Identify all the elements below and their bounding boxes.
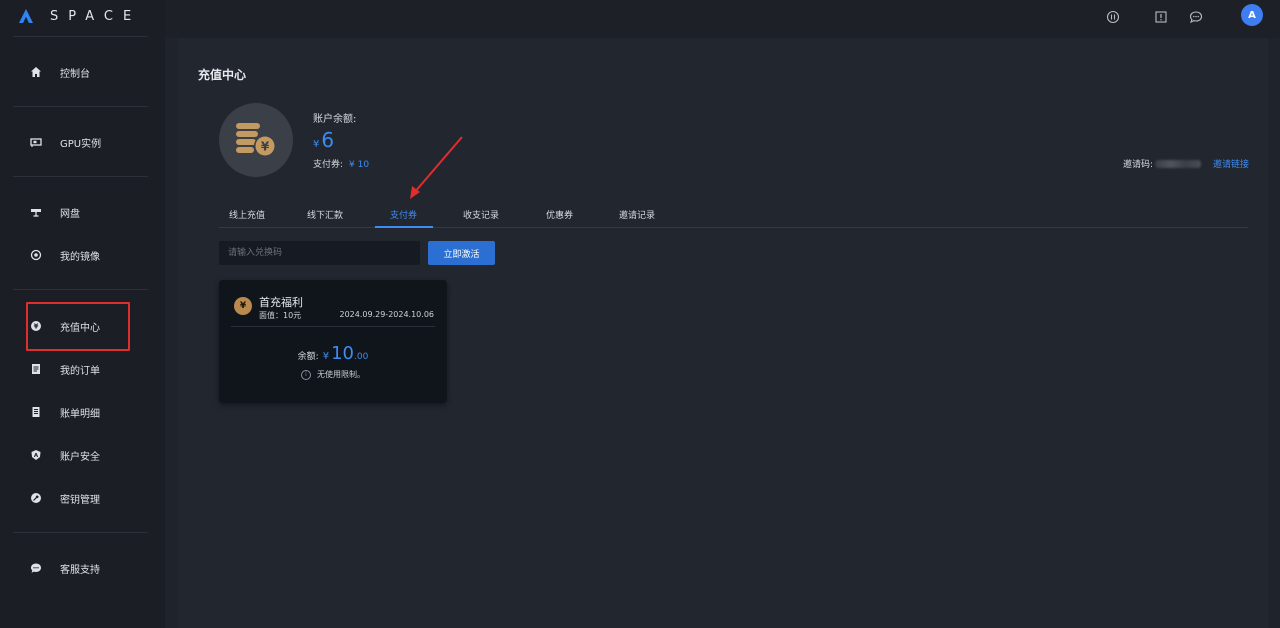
- divider: [13, 532, 148, 533]
- tab-offline-transfer[interactable]: 线下汇款: [307, 208, 343, 221]
- disk-icon: [30, 201, 52, 223]
- page-title: 充值中心: [198, 68, 247, 82]
- tab-invite-records[interactable]: 邀请记录: [619, 208, 655, 221]
- voucher-remaining: 余额: ¥ 10 .00: [219, 343, 447, 364]
- avatar[interactable]: A: [1241, 4, 1263, 26]
- voucher-value: ¥ 10: [349, 160, 370, 170]
- home-icon: [30, 61, 52, 83]
- image-icon: [30, 244, 52, 266]
- logo-icon: [19, 9, 33, 23]
- sidebar-item-label: 密钥管理: [60, 494, 100, 506]
- divider: [13, 176, 148, 177]
- sidebar-item-gpu[interactable]: GPU实例: [30, 131, 101, 153]
- help-icon[interactable]: [1104, 8, 1122, 26]
- coins-illustration: ¥: [219, 103, 293, 177]
- invite-code: 邀请码: 邀请链接: [1123, 157, 1249, 170]
- yen-coin-icon: ¥: [234, 297, 252, 315]
- balance-label: 账户余额:: [313, 114, 357, 125]
- sidebar-item-label: 账户安全: [60, 451, 100, 463]
- redeem-code-input[interactable]: [219, 241, 420, 265]
- activate-button[interactable]: 立即激活: [428, 241, 495, 265]
- balance-value: ¥ 6: [313, 128, 334, 152]
- svg-text:¥: ¥: [261, 140, 270, 154]
- tab-coupons[interactable]: 优惠券: [546, 208, 573, 221]
- tab-bar: 线上充值 线下汇款 支付券 收支记录 优惠券 邀请记录: [219, 200, 1248, 228]
- divider: [13, 106, 148, 107]
- active-tab-indicator: [375, 226, 433, 228]
- divider: [13, 289, 148, 290]
- voucher-summary: 支付券: ¥ 10: [313, 157, 369, 170]
- sidebar-item-security[interactable]: A 账户安全: [30, 444, 100, 466]
- voucher-face-value: 面值：10元: [259, 311, 302, 320]
- voucher-card: ¥ 首充福利 面值：10元 2024.09.29-2024.10.06 余额: …: [219, 280, 447, 403]
- sidebar-item-label: 账单明细: [60, 408, 100, 420]
- chat-icon: [30, 557, 52, 579]
- voucher-note-text: 无使用限制。: [317, 370, 365, 379]
- coins-icon: ¥: [236, 123, 276, 157]
- shield-icon: A: [30, 444, 52, 466]
- order-icon: [30, 358, 52, 380]
- sidebar-item-support[interactable]: 客服支持: [30, 557, 100, 579]
- divider: [13, 36, 148, 37]
- logo[interactable]: SPACE: [18, 7, 141, 25]
- sidebar-item-console[interactable]: 控制台: [30, 61, 90, 83]
- sidebar-item-label: 控制台: [60, 68, 90, 80]
- remaining-label: 余额:: [297, 352, 319, 362]
- sidebar-item-keys[interactable]: 密钥管理: [30, 487, 100, 509]
- key-icon: [30, 487, 52, 509]
- divider: [231, 326, 435, 327]
- sidebar-item-label: 我的订单: [60, 365, 100, 377]
- sidebar-item-label: 客服支持: [60, 564, 100, 576]
- message-icon[interactable]: [1187, 8, 1205, 26]
- balance-amount: 6: [321, 128, 335, 152]
- invite-label: 邀请码:: [1123, 160, 1154, 170]
- sidebar-item-bills[interactable]: 账单明细: [30, 401, 100, 423]
- sidebar-item-disk[interactable]: 网盘: [30, 201, 80, 223]
- invite-code-redacted: [1155, 159, 1202, 168]
- brand-name: SPACE: [50, 8, 142, 24]
- sidebar-item-label: GPU实例: [60, 138, 102, 150]
- currency-symbol: ¥: [313, 139, 320, 150]
- sidebar-item-orders[interactable]: 我的订单: [30, 358, 100, 380]
- svg-text:A: A: [34, 453, 39, 459]
- sidebar-item-label: 网盘: [60, 208, 80, 220]
- bill-icon: [30, 401, 52, 423]
- voucher-label: 支付券:: [313, 160, 344, 170]
- tab-transactions[interactable]: 收支记录: [463, 208, 499, 221]
- info-icon: i: [301, 369, 311, 380]
- voucher-title: 首充福利: [259, 296, 303, 309]
- tab-vouchers[interactable]: 支付券: [390, 208, 417, 221]
- book-icon[interactable]: [1152, 8, 1170, 26]
- remaining-integer: 10: [331, 343, 354, 364]
- voucher-note: i 无使用限制。: [219, 369, 447, 380]
- voucher-date-range: 2024.09.29-2024.10.06: [339, 310, 435, 319]
- gpu-icon: [30, 131, 52, 153]
- sidebar-item-label: 我的镜像: [60, 251, 100, 263]
- currency-symbol: ¥: [322, 351, 330, 362]
- sidebar-item-image[interactable]: 我的镜像: [30, 244, 100, 266]
- tab-online-recharge[interactable]: 线上充值: [229, 208, 265, 221]
- invite-link[interactable]: 邀请链接: [1213, 157, 1249, 170]
- highlight-annotation: [26, 302, 130, 351]
- remaining-decimal: .00: [354, 352, 369, 362]
